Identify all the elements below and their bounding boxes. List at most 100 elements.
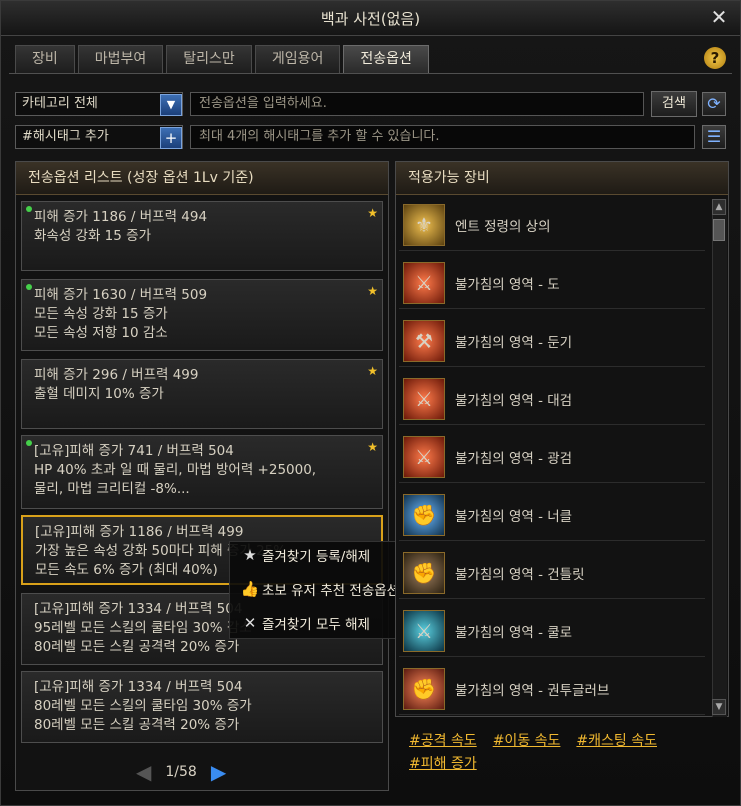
equipment-item[interactable]: ⚒ 불가침의 영역 - 둔기	[399, 315, 705, 367]
option-card[interactable]: ★ 피해 증가 296 / 버프력 499 출혈 데미지 10% 증가	[21, 359, 383, 429]
close-icon: ✕	[243, 614, 257, 632]
scroll-up-icon[interactable]: ▲	[712, 199, 726, 215]
option-line: 화속성 강화 15 증가	[34, 228, 151, 244]
equipment-name: 불가침의 영역 - 둔기	[455, 334, 573, 351]
ctx-label: 즐겨찾기 등록/해제	[262, 549, 371, 565]
option-line: 물리, 마법 크리티컬 -8%...	[34, 481, 190, 497]
next-page-icon[interactable]: ▶	[211, 760, 226, 784]
search-placeholder: 전송옵션을 입력하세요.	[199, 96, 327, 111]
knuckle-icon: ✊	[403, 493, 445, 536]
option-line: [고유]피해 증가 1186 / 버프력 499	[35, 524, 244, 540]
lightsaber-icon: ⚔	[403, 435, 445, 478]
page-indicator: 1/58	[165, 764, 197, 780]
close-icon[interactable]: ✕	[708, 6, 730, 28]
divider	[9, 73, 732, 74]
option-line: 80레벨 모든 스킬 공격력 20% 증가	[34, 717, 240, 733]
option-line: 모든 속성 저항 10 감소	[34, 325, 168, 341]
equipment-name: 불가침의 영역 - 대검	[455, 392, 573, 409]
equipment-name: 엔트 정령의 상의	[455, 218, 551, 235]
equipment-item[interactable]: ✊ 불가침의 영역 - 건틀릿	[399, 547, 705, 599]
greatsword-icon: ⚔	[403, 377, 445, 420]
option-line: [고유]피해 증가 741 / 버프력 504	[34, 443, 234, 459]
scrollbar-thumb[interactable]	[713, 219, 725, 241]
help-icon[interactable]: ?	[704, 47, 726, 69]
equipment-header: 적용가능 장비	[396, 162, 728, 195]
option-card[interactable]: ★ 피해 증가 1630 / 버프력 509 모든 속성 강화 15 증가 모든…	[21, 279, 383, 351]
equipment-item[interactable]: ⚔ 불가침의 영역 - 대검	[399, 373, 705, 425]
equipment-name: 불가침의 영역 - 쿨로	[455, 624, 573, 641]
boxing-glove-icon: ✊	[403, 667, 445, 710]
search-button[interactable]: 검색	[651, 91, 697, 117]
tab-enchant[interactable]: 마법부여	[77, 45, 164, 73]
equipment-item[interactable]: ✊ 불가침의 영역 - 너클	[399, 489, 705, 541]
ctx-clear-favorites[interactable]: ✕ 즐겨찾기 모두 해제	[238, 612, 370, 634]
star-icon: ★	[243, 546, 257, 564]
option-list-header: 전송옵션 리스트 (성장 옵션 1Lv 기준)	[16, 162, 388, 195]
star-icon[interactable]: ★	[367, 204, 378, 223]
option-line: 80레벨 모든 스킬 공격력 20% 증가	[34, 639, 240, 655]
equipment-scrollbar[interactable]	[712, 199, 727, 717]
equipment-name: 불가침의 영역 - 도	[455, 276, 560, 293]
active-dot	[26, 206, 32, 212]
tab-transfer-option[interactable]: 전송옵션	[343, 45, 429, 73]
active-dot	[26, 440, 32, 446]
ctx-toggle-favorite[interactable]: ★ 즐겨찾기 등록/해제	[238, 544, 370, 566]
plus-icon[interactable]: +	[160, 127, 182, 149]
option-card[interactable]: ★ [고유]피해 증가 741 / 버프력 504 HP 40% 초과 일 때 …	[21, 435, 383, 509]
tab-equipment[interactable]: 장비	[15, 45, 75, 73]
hashtag-link[interactable]: #캐스팅 속도	[576, 733, 657, 749]
option-line: 피해 증가 1630 / 버프력 509	[34, 287, 208, 303]
option-line: 80레벨 모든 스킬의 쿨타임 30% 증가	[34, 698, 252, 714]
active-dot	[26, 284, 32, 290]
scroll-down-icon[interactable]: ▼	[712, 699, 726, 715]
option-line: 출혈 데미지 10% 증가	[34, 386, 164, 402]
gauntlet-icon: ✊	[403, 551, 445, 594]
equipment-name: 불가침의 영역 - 권투글러브	[455, 682, 610, 699]
option-card[interactable]: ★ 피해 증가 1186 / 버프력 494 화속성 강화 15 증가	[21, 201, 383, 271]
option-line: 모든 속성 강화 15 증가	[34, 306, 168, 322]
window-title: 백과 사전(없음)	[320, 9, 421, 28]
hashtag-input[interactable]: 최대 4개의 해시태그를 추가 할 수 있습니다.	[190, 125, 695, 149]
sword-icon: ⚔	[403, 261, 445, 304]
option-line: 피해 증가 296 / 버프력 499	[34, 367, 199, 383]
option-line: HP 40% 초과 일 때 물리, 마법 방어력 +25000,	[34, 462, 317, 478]
thumbs-up-icon: 👍	[240, 580, 260, 598]
category-select-value: 카테고리 전체	[22, 96, 98, 111]
ctx-label: 즐겨찾기 모두 해제	[262, 617, 370, 633]
tab-bar: 장비 마법부여 탈리스만 게임용어 전송옵션	[15, 45, 429, 73]
equipment-item[interactable]: ⚜ 엔트 정령의 상의	[399, 199, 705, 251]
equipment-name: 불가침의 영역 - 광검	[455, 450, 573, 467]
equipment-item[interactable]: ⚔ 불가침의 영역 - 광검	[399, 431, 705, 483]
equipment-name: 불가침의 영역 - 너클	[455, 508, 573, 525]
tab-game-terms[interactable]: 게임용어	[254, 45, 341, 73]
claw-icon: ⚔	[403, 609, 445, 652]
hashtag-link[interactable]: #이동 속도	[493, 733, 561, 749]
option-card[interactable]: [고유]피해 증가 1334 / 버프력 504 80레벨 모든 스킬의 쿨타임…	[21, 671, 383, 743]
pagination: ◀ 1/58 ▶	[136, 759, 226, 785]
list-icon[interactable]: ☰	[702, 125, 726, 149]
hashtag-link[interactable]: #피해 증가	[409, 756, 477, 772]
encyclopedia-window: 백과 사전(없음) ✕ 장비 마법부여 탈리스만 게임용어 전송옵션 ? 카테고…	[0, 0, 741, 806]
ctx-beginner-recommend[interactable]: 👍 초보 유저 추천 전송옵션	[238, 578, 399, 600]
option-line: [고유]피해 증가 1334 / 버프력 504	[34, 679, 243, 695]
category-select[interactable]: 카테고리 전체	[15, 92, 183, 116]
equipment-item[interactable]: ⚔ 불가침의 영역 - 도	[399, 257, 705, 309]
option-line: 피해 증가 1186 / 버프력 494	[34, 209, 208, 225]
prev-page-icon[interactable]: ◀	[136, 760, 151, 784]
hashtag-add-field[interactable]: #해시태그 추가	[15, 125, 183, 149]
equipment-item[interactable]: ⚔ 불가침의 영역 - 쿨로	[399, 605, 705, 657]
chevron-down-icon[interactable]: ▼	[160, 94, 182, 116]
star-icon[interactable]: ★	[367, 362, 378, 381]
star-icon[interactable]: ★	[367, 282, 378, 301]
armor-icon: ⚜	[403, 203, 445, 246]
equipment-item[interactable]: ✊ 불가침의 영역 - 권투글러브	[399, 663, 705, 715]
hashtag-placeholder: 최대 4개의 해시태그를 추가 할 수 있습니다.	[199, 129, 440, 144]
tab-talisman[interactable]: 탈리스만	[166, 45, 252, 73]
title-bar[interactable]: 백과 사전(없음)	[1, 1, 740, 36]
hashtag-link[interactable]: #공격 속도	[409, 733, 477, 749]
equipment-name: 불가침의 영역 - 건틀릿	[455, 566, 585, 583]
search-input[interactable]: 전송옵션을 입력하세요.	[190, 92, 644, 116]
refresh-icon[interactable]: ⟳	[702, 92, 726, 116]
hashtag-add-label: #해시태그 추가	[22, 129, 109, 144]
star-icon[interactable]: ★	[367, 438, 378, 457]
